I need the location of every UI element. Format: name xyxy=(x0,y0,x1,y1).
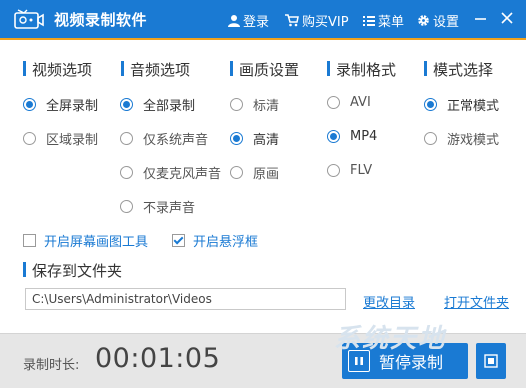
radio-dot[interactable] xyxy=(230,166,243,179)
checkbox-label: 开启悬浮框 xyxy=(193,235,259,250)
section-marker xyxy=(121,61,124,76)
radio-dot[interactable] xyxy=(230,132,243,145)
radio-format-flv[interactable]: FLV xyxy=(327,163,372,178)
minimize-icon[interactable] xyxy=(471,8,491,28)
menu-icon xyxy=(363,15,375,26)
radio-dot[interactable] xyxy=(424,132,437,145)
radio-label: MP4 xyxy=(350,129,378,144)
audio-options-title: 音频选项 xyxy=(130,61,191,79)
radio-dot[interactable] xyxy=(424,98,437,111)
radio-dot[interactable] xyxy=(23,132,36,145)
save-path-input[interactable] xyxy=(25,288,346,310)
mode-select-title: 模式选择 xyxy=(433,61,494,79)
radio-dot[interactable] xyxy=(120,132,133,145)
login-button[interactable]: 登录 xyxy=(228,11,269,30)
radio-dot[interactable] xyxy=(120,98,133,111)
status-bar: 录制时长: 00:01:05 暂停录制 xyxy=(0,333,526,388)
section-marker xyxy=(327,61,330,76)
pause-recording-button[interactable]: 暂停录制 xyxy=(342,343,468,379)
radio-audio-system[interactable]: 仅系统声音 xyxy=(120,129,208,148)
pause-recording-label: 暂停录制 xyxy=(379,353,444,372)
record-format-title: 录制格式 xyxy=(336,61,397,79)
radio-format-avi[interactable]: AVI xyxy=(327,95,371,110)
radio-label: 全部录制 xyxy=(143,99,196,114)
checkbox-label: 开启屏幕画图工具 xyxy=(44,235,149,250)
radio-fullscreen[interactable]: 全屏录制 xyxy=(23,95,98,114)
radio-label: 原画 xyxy=(253,167,280,182)
checkbox-box[interactable] xyxy=(23,234,36,247)
section-marker xyxy=(424,61,427,76)
radio-label: 仅系统声音 xyxy=(143,133,209,148)
radio-label: 仅麦克风声音 xyxy=(143,167,222,182)
checkbox-box[interactable] xyxy=(172,234,185,247)
radio-label: AVI xyxy=(350,95,371,110)
duration-value: 00:01:05 xyxy=(95,343,221,374)
radio-audio-all[interactable]: 全部录制 xyxy=(120,95,195,114)
cart-icon xyxy=(285,14,299,27)
open-folder-link[interactable]: 打开文件夹 xyxy=(444,292,509,311)
duration-label: 录制时长: xyxy=(23,358,80,373)
radio-dot[interactable] xyxy=(327,164,340,177)
radio-dot[interactable] xyxy=(120,166,133,179)
radio-label: 全屏录制 xyxy=(46,99,99,114)
gear-icon xyxy=(418,15,429,26)
radio-label: 游戏模式 xyxy=(447,133,500,148)
radio-region[interactable]: 区域录制 xyxy=(23,129,98,148)
checkbox-float-window[interactable]: 开启悬浮框 xyxy=(172,231,258,250)
radio-label: 区域录制 xyxy=(46,133,99,148)
radio-label: 标清 xyxy=(253,99,280,114)
stop-button[interactable] xyxy=(476,343,506,379)
radio-quality-sd[interactable]: 标清 xyxy=(230,95,279,114)
radio-dot[interactable] xyxy=(327,96,340,109)
radio-dot[interactable] xyxy=(327,130,340,143)
buy-vip-button[interactable]: 购买VIP xyxy=(285,11,349,30)
settings-button[interactable]: 设置 xyxy=(417,11,459,30)
radio-quality-original[interactable]: 原画 xyxy=(230,163,279,182)
radio-audio-none[interactable]: 不录声音 xyxy=(120,197,195,216)
section-marker xyxy=(230,61,233,76)
radio-label: 不录声音 xyxy=(143,201,196,216)
checkbox-screen-draw-tool[interactable]: 开启屏幕画图工具 xyxy=(23,231,148,250)
app-title: 视频录制软件 xyxy=(54,11,148,29)
section-marker xyxy=(23,262,26,277)
radio-label: 高清 xyxy=(253,133,280,148)
title-bar: 视频录制软件 登录 购买VIP 菜单 设置 xyxy=(0,0,526,40)
video-options-title: 视频选项 xyxy=(32,61,93,79)
section-marker xyxy=(23,61,26,76)
radio-mode-normal[interactable]: 正常模式 xyxy=(424,95,499,114)
save-folder-title: 保存到文件夹 xyxy=(32,262,123,280)
close-icon[interactable] xyxy=(497,8,517,28)
settings-label: 设置 xyxy=(433,15,460,30)
radio-label: FLV xyxy=(350,163,373,178)
menu-button[interactable]: 菜单 xyxy=(363,11,404,30)
radio-mode-game[interactable]: 游戏模式 xyxy=(424,129,499,148)
radio-format-mp4[interactable]: MP4 xyxy=(327,129,377,144)
pause-icon xyxy=(348,350,370,372)
stop-icon xyxy=(484,354,498,368)
radio-dot[interactable] xyxy=(230,98,243,111)
radio-audio-mic[interactable]: 仅麦克风声音 xyxy=(120,163,221,182)
radio-dot[interactable] xyxy=(23,98,36,111)
change-directory-link[interactable]: 更改目录 xyxy=(363,292,415,311)
radio-quality-hd[interactable]: 高清 xyxy=(230,129,279,148)
buy-vip-label: 购买VIP xyxy=(302,15,349,30)
radio-dot[interactable] xyxy=(120,200,133,213)
video-camera-icon xyxy=(14,9,44,29)
radio-label: 正常模式 xyxy=(447,99,500,114)
user-icon xyxy=(228,15,240,27)
menu-label: 菜单 xyxy=(378,15,405,30)
login-label: 登录 xyxy=(243,15,270,30)
quality-settings-title: 画质设置 xyxy=(239,61,300,79)
